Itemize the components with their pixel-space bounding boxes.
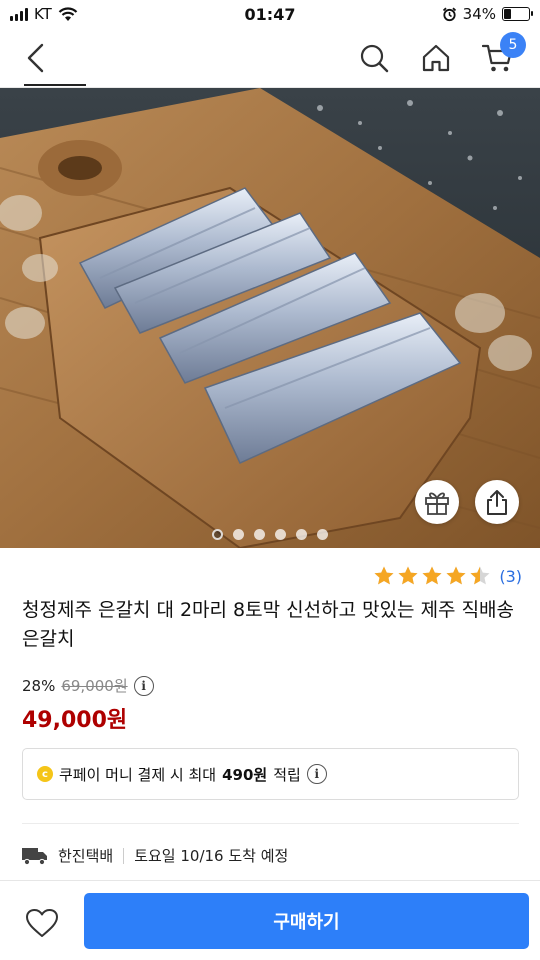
status-bar: KT 01:47 34% [0,0,540,30]
gift-icon [425,492,449,515]
wishlist-button[interactable] [22,903,62,943]
pagination-dot[interactable] [275,529,286,540]
star-icon [470,566,490,585]
battery-level [504,9,512,19]
search-button[interactable] [352,36,396,80]
gallery-pagination[interactable] [0,529,540,540]
coin-icon: c [37,766,53,782]
rating[interactable]: (3) [373,565,522,587]
share-icon [487,490,507,515]
coupay-reward-box[interactable]: c 쿠페이 머니 결제 시 최대 490원 적립 i [22,748,519,800]
nav-bar: 5 [0,30,540,88]
delivery-info: 한진택배 토요일 10/16 도착 예정 [22,845,288,866]
star-icon [446,566,466,585]
battery-percent: 34% [462,5,496,23]
battery-icon [502,7,533,21]
discount-rate: 28% [22,676,56,695]
rating-stars [373,565,491,587]
price-row: 28% 69,000원 i [22,675,154,696]
heart-icon [26,909,58,937]
coupay-suffix: 적립 [273,765,301,784]
product-image-gallery[interactable] [0,88,540,548]
star-icon [374,566,394,585]
star-icon [422,566,442,585]
search-icon [360,44,389,73]
pagination-dot[interactable] [254,529,265,540]
coupay-amount: 490원 [222,765,268,784]
pagination-dot[interactable] [212,529,223,540]
bottom-bar: 구매하기 [0,880,540,960]
star-icon [398,566,418,585]
info-icon[interactable]: i [133,675,154,696]
original-price: 69,000원 [61,677,128,695]
coupay-text: 쿠페이 머니 결제 시 최대 [59,765,217,784]
pagination-dot[interactable] [296,529,307,540]
nav-underline [24,84,86,86]
home-icon [422,44,450,72]
alarm-icon [442,7,456,21]
truck-icon [22,847,47,865]
back-button[interactable] [14,36,58,80]
pagination-dot[interactable] [317,529,328,540]
gift-button[interactable] [415,480,459,524]
status-right: 34% [442,5,533,23]
delivery-eta: 토요일 10/16 도착 예정 [134,847,289,865]
divider [22,823,519,824]
review-count[interactable]: (3) [499,567,522,586]
back-icon [27,43,44,73]
product-title: 청정제주 은갈치 대 2마리 8토막 신선하고 맛있는 제주 직배송 은갈치 [22,599,515,650]
delivery-carrier: 한진택배 [58,847,114,865]
home-button[interactable] [414,36,458,80]
cart-count-badge: 5 [500,32,526,58]
sale-price: 49,000원 [22,708,128,733]
cart-button[interactable]: 5 [476,32,526,80]
product-photo [0,88,540,548]
share-button[interactable] [475,480,519,524]
pagination-dot[interactable] [233,529,244,540]
buy-button[interactable]: 구매하기 [84,893,529,949]
info-icon[interactable]: i [306,764,327,784]
separator [123,847,125,864]
